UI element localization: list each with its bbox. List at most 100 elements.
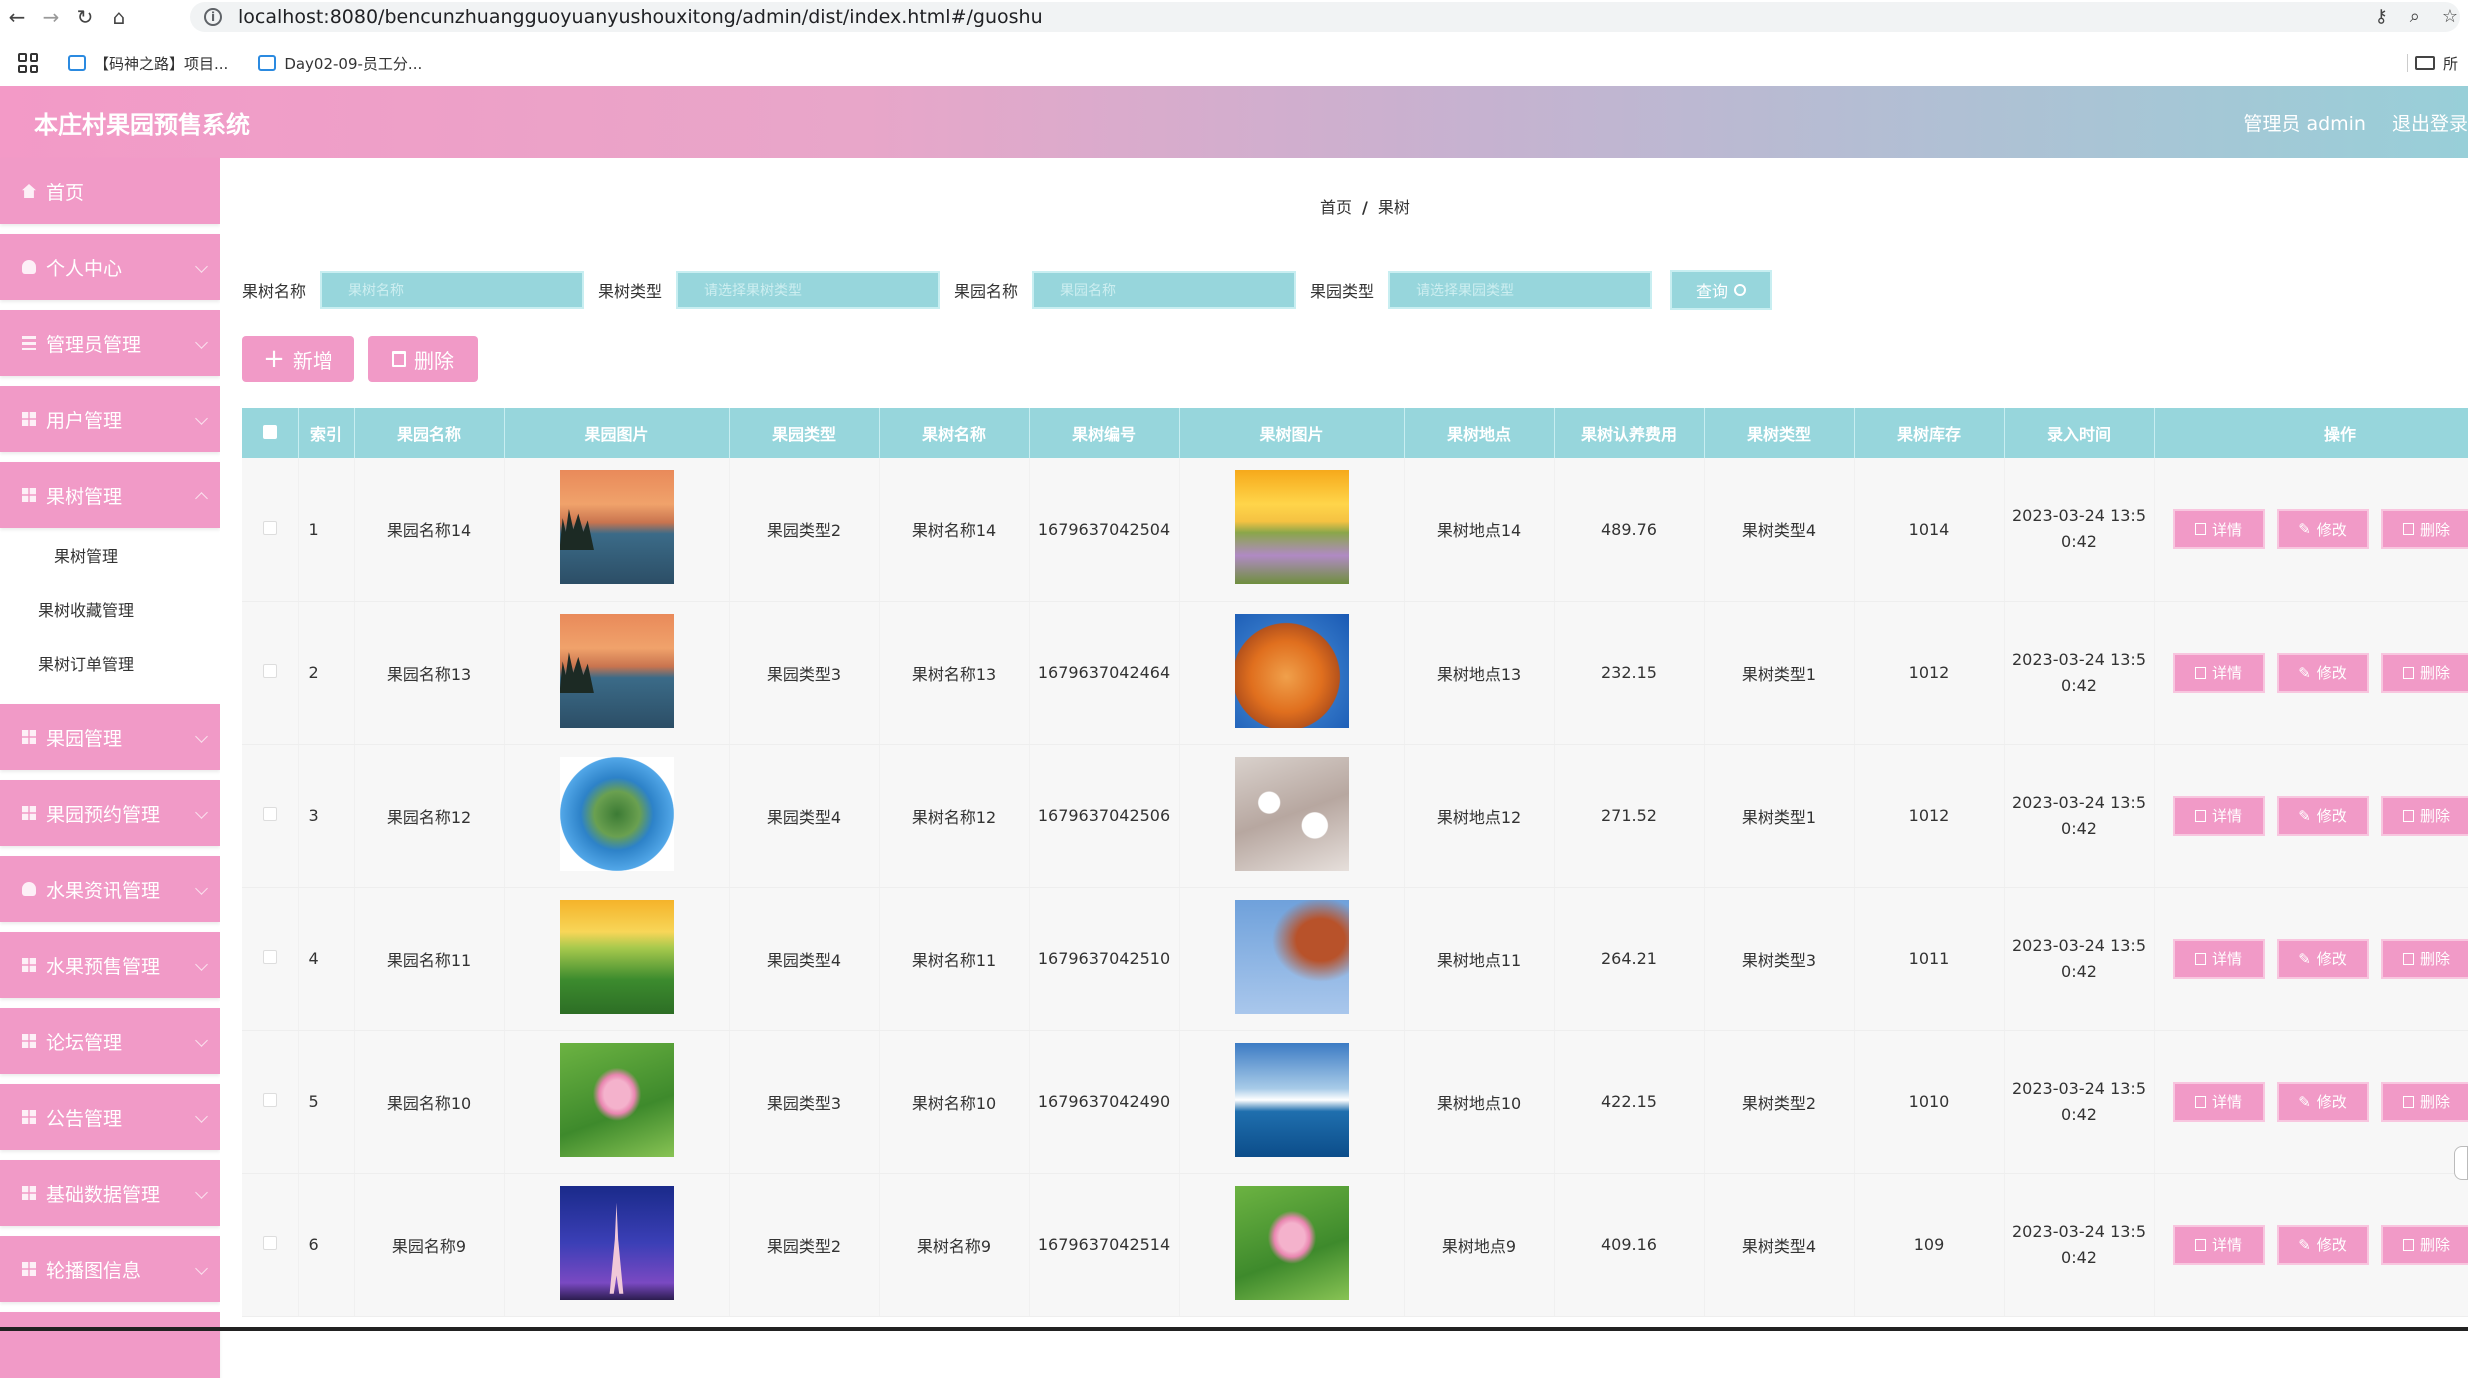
row-checkbox[interactable] [263,950,277,964]
orchard-thumbnail[interactable] [560,1186,674,1300]
orchard-thumbnail[interactable] [560,470,674,584]
sidebar-item-admins[interactable]: 管理员管理 [0,310,220,376]
batch-delete-button[interactable]: 删除 [368,336,478,382]
password-key-icon[interactable]: ⚷ [2375,6,2388,27]
reload-icon[interactable]: ↻ [68,0,102,34]
delete-button[interactable]: 删除 [2381,1082,2468,1122]
list-icon [22,336,36,350]
bookmark-item[interactable]: 【码神之路】项目... [68,53,228,74]
orchard-thumbnail[interactable] [560,757,674,871]
tree-thumbnail[interactable] [1235,614,1349,728]
detail-button[interactable]: 详情 [2173,1225,2265,1265]
sidebar-item-fruit-presale[interactable]: 水果预售管理 [0,932,220,998]
cell-orchard-type: 果园类型3 [729,1030,879,1173]
search-button[interactable]: 查询 [1670,270,1772,310]
sidebar-item-orchards[interactable]: 果园管理 [0,704,220,770]
sidebar-item-notices[interactable]: 公告管理 [0,1084,220,1150]
breadcrumb-home[interactable]: 首页 [1320,198,1352,217]
row-checkbox[interactable] [263,1236,277,1250]
add-button[interactable]: +新增 [242,336,354,382]
cell-orchard-name: 果园名称12 [354,744,504,887]
orchard-type-select[interactable]: 请选择果园类型 [1388,271,1652,309]
tree-thumbnail[interactable] [1235,470,1349,584]
all-bookmarks-folder[interactable]: 所 [2415,48,2458,78]
site-info-icon[interactable]: i [204,8,222,26]
edit-button[interactable]: ✎修改 [2277,939,2369,979]
apps-icon[interactable] [18,53,38,73]
sidebar-item-trees[interactable]: 果树管理 [0,462,220,528]
edit-button[interactable]: ✎修改 [2277,653,2369,693]
logout-button[interactable]: 退出登录 [2392,109,2468,136]
detail-button[interactable]: 详情 [2173,509,2265,549]
cell-tree-name: 果树名称12 [879,744,1029,887]
sidebar-item-carousel[interactable]: 轮播图信息 [0,1236,220,1302]
forward-icon[interactable]: → [34,0,68,34]
row-checkbox-cell [242,1030,298,1173]
cell-index: 3 [298,744,354,887]
user-icon [22,882,36,896]
row-checkbox[interactable] [263,664,277,678]
tree-thumbnail[interactable] [1235,900,1349,1014]
grid-icon [22,730,36,744]
orchard-name-label: 果园名称 [954,278,1018,302]
table-header-row: 索引 果园名称 果园图片 果园类型 果树名称 果树编号 果树图片 果树地点 果树… [242,408,2468,458]
edit-button[interactable]: ✎修改 [2277,1082,2369,1122]
row-checkbox[interactable] [263,1093,277,1107]
delete-button[interactable]: 删除 [2381,1225,2468,1265]
home-icon[interactable]: ⌂ [102,0,136,34]
sidebar-item-forum[interactable]: 论坛管理 [0,1008,220,1074]
orchard-thumbnail[interactable] [560,900,674,1014]
plus-icon: + [263,346,285,372]
tree-thumbnail[interactable] [1235,1186,1349,1300]
tree-name-input[interactable]: 果树名称 [320,271,584,309]
sidebar-item-users[interactable]: 用户管理 [0,386,220,452]
delete-button[interactable]: 删除 [2381,796,2468,836]
cell-orchard-type: 果园类型4 [729,887,879,1030]
chevron-down-icon [195,882,208,895]
detail-button[interactable]: 详情 [2173,653,2265,693]
back-icon[interactable]: ← [0,0,34,34]
detail-button[interactable]: 详情 [2173,796,2265,836]
sidebar-item-profile[interactable]: 个人中心 [0,234,220,300]
tree-thumbnail[interactable] [1235,757,1349,871]
chevron-down-icon [195,1034,208,1047]
bookmark-favicon-icon [258,55,276,71]
submenu-item-tree-favorites[interactable]: 果树收藏管理 [0,582,220,636]
sidebar-item-base-data[interactable]: 基础数据管理 [0,1160,220,1226]
cell-orchard-type: 果园类型2 [729,1173,879,1316]
cell-orchard-image [504,601,729,744]
row-checkbox[interactable] [263,807,277,821]
row-checkbox[interactable] [263,521,277,535]
bookmark-item[interactable]: Day02-09-员工分... [258,53,422,74]
orchard-name-input[interactable]: 果园名称 [1032,271,1296,309]
orchard-thumbnail[interactable] [560,614,674,728]
submenu-item-tree-manage[interactable]: 果树管理 [0,528,220,582]
tree-type-select[interactable]: 请选择果树类型 [676,271,940,309]
zoom-icon[interactable]: ⌕ [2410,6,2420,27]
cell-tree-code: 1679637042510 [1029,887,1179,1030]
edit-button[interactable]: ✎修改 [2277,796,2369,836]
table-row: 1果园名称14果园类型2果树名称141679637042504果树地点14489… [242,458,2468,601]
detail-button[interactable]: 详情 [2173,939,2265,979]
edit-button[interactable]: ✎修改 [2277,1225,2369,1265]
sidebar-item-home[interactable]: 首页 [0,158,220,224]
address-bar[interactable]: i localhost:8080/bencunzhuangguoyuanyush… [190,2,2460,32]
select-all-checkbox[interactable] [263,425,277,439]
sidebar-item-orchard-booking[interactable]: 果园预约管理 [0,780,220,846]
detail-button[interactable]: 详情 [2173,1082,2265,1122]
cell-stock: 1012 [1854,601,2004,744]
sidebar-item-more[interactable] [0,1312,220,1378]
delete-button[interactable]: 删除 [2381,653,2468,693]
cell-orchard-image [504,744,729,887]
cell-stock: 1011 [1854,887,2004,1030]
orchard-thumbnail[interactable] [560,1043,674,1157]
edit-button[interactable]: ✎修改 [2277,509,2369,549]
trash-icon [392,351,406,367]
delete-button[interactable]: 删除 [2381,939,2468,979]
delete-button[interactable]: 删除 [2381,509,2468,549]
scroll-handle[interactable] [2454,1146,2468,1180]
bookmark-star-icon[interactable]: ☆ [2442,6,2458,27]
submenu-item-tree-orders[interactable]: 果树订单管理 [0,636,220,690]
tree-thumbnail[interactable] [1235,1043,1349,1157]
sidebar-item-fruit-news[interactable]: 水果资讯管理 [0,856,220,922]
